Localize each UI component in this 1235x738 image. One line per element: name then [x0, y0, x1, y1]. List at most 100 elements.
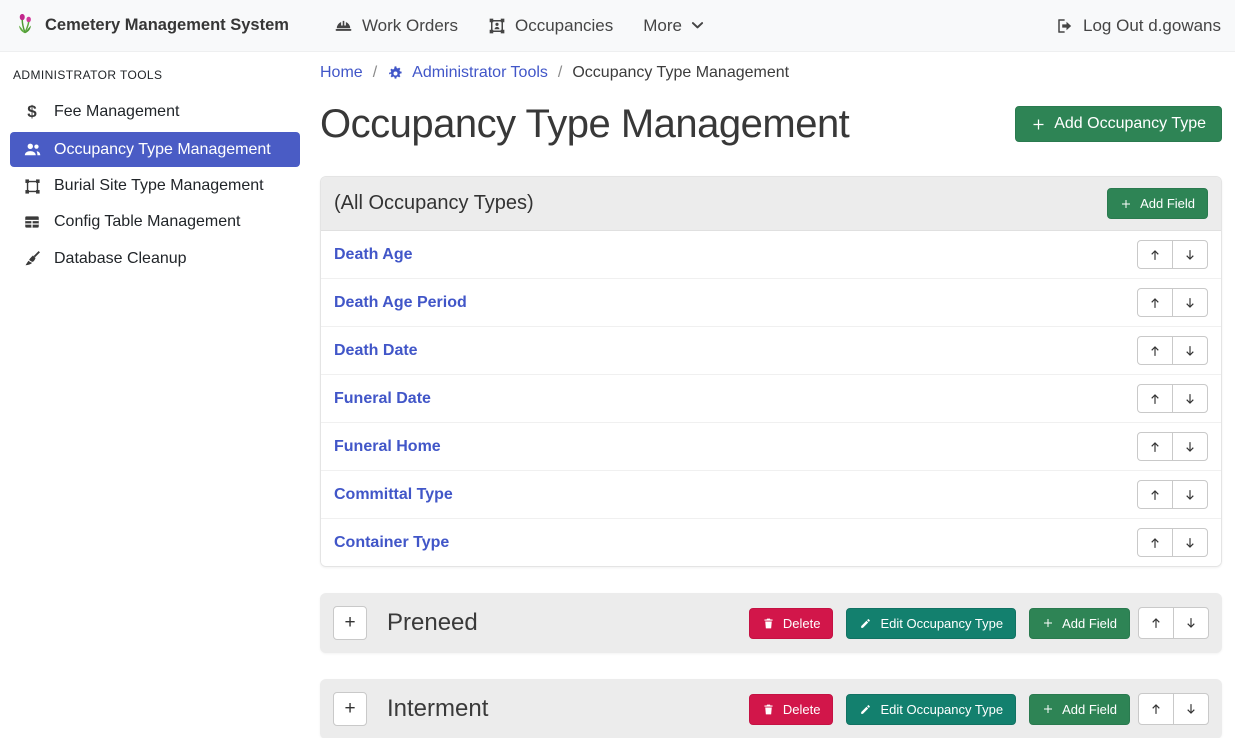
- move-up-button[interactable]: [1137, 240, 1173, 269]
- arrow-up-icon: [1148, 392, 1162, 406]
- arrow-up-icon: [1148, 344, 1162, 358]
- move-down-button[interactable]: [1172, 384, 1208, 413]
- breadcrumb-separator: /: [373, 64, 377, 82]
- section-title: Preneed: [387, 609, 749, 637]
- move-down-button[interactable]: [1172, 240, 1208, 269]
- sidebar-item-label: Occupancy Type Management: [54, 141, 271, 159]
- nav-item-occupancies[interactable]: Occupancies: [488, 16, 613, 36]
- sidebar-heading: ADMINISTRATOR TOOLS: [0, 60, 310, 92]
- breadcrumb-current: Occupancy Type Management: [572, 64, 789, 82]
- logout-button[interactable]: Log Out d.gowans: [1056, 16, 1221, 36]
- nav-item-more[interactable]: More: [643, 16, 704, 36]
- expand-button[interactable]: +: [333, 606, 367, 640]
- navbar: Cemetery Management System Work Orders Oc…: [0, 0, 1235, 52]
- reorder-button-group: [1138, 693, 1209, 725]
- add-field-button[interactable]: Add Field: [1029, 694, 1130, 725]
- move-down-button[interactable]: [1172, 336, 1208, 365]
- add-occupancy-type-button[interactable]: Add Occupancy Type: [1015, 106, 1222, 142]
- field-row: Container Type: [321, 518, 1221, 566]
- field-row: Funeral Home: [321, 422, 1221, 470]
- section-actions: Delete Edit Occupancy Type Add Field: [749, 608, 1130, 639]
- field-link-death-age-period[interactable]: Death Age Period: [334, 294, 467, 312]
- plus-icon: [1031, 117, 1046, 132]
- move-down-button[interactable]: [1172, 432, 1208, 461]
- expand-button[interactable]: +: [333, 692, 367, 726]
- brand[interactable]: Cemetery Management System: [14, 12, 289, 39]
- section-actions: Delete Edit Occupancy Type Add Field: [749, 694, 1130, 725]
- field-link-container-type[interactable]: Container Type: [334, 534, 449, 552]
- move-up-button[interactable]: [1137, 288, 1173, 317]
- delete-button[interactable]: Delete: [749, 608, 834, 639]
- breadcrumb-admin-tools-link[interactable]: Administrator Tools: [387, 64, 548, 82]
- add-field-button[interactable]: Add Field: [1107, 188, 1208, 219]
- arrow-down-icon: [1184, 616, 1198, 630]
- breadcrumb-home-link[interactable]: Home: [320, 64, 363, 82]
- sidebar-item-burial-site-type-management[interactable]: Burial Site Type Management: [10, 169, 300, 203]
- edit-occupancy-type-button[interactable]: Edit Occupancy Type: [846, 608, 1016, 639]
- move-up-button[interactable]: [1137, 528, 1173, 557]
- move-down-button[interactable]: [1172, 528, 1208, 557]
- field-link-committal-type[interactable]: Committal Type: [334, 486, 453, 504]
- field-link-funeral-date[interactable]: Funeral Date: [334, 390, 431, 408]
- reorder-button-group: [1137, 336, 1208, 365]
- arrow-down-icon: [1183, 296, 1197, 310]
- vector-square-icon: [21, 178, 43, 195]
- arrow-up-icon: [1148, 248, 1162, 262]
- plus-icon: [1042, 703, 1054, 715]
- add-field-button[interactable]: Add Field: [1029, 608, 1130, 639]
- reorder-button-group: [1137, 528, 1208, 557]
- move-down-button[interactable]: [1172, 288, 1208, 317]
- reorder-button-group: [1137, 432, 1208, 461]
- move-up-button[interactable]: [1138, 693, 1174, 725]
- occupancy-type-section-preneed: + PreneedDelete Edit Occupancy Type Add Fie…: [320, 593, 1222, 653]
- move-up-button[interactable]: [1138, 607, 1174, 639]
- edit-label: Edit Occupancy Type: [880, 702, 1003, 717]
- chevron-down-icon: [691, 19, 704, 32]
- reorder-button-group: [1137, 288, 1208, 317]
- sidebar: ADMINISTRATOR TOOLS $Fee Management Occup…: [0, 52, 310, 738]
- add-field-label: Add Field: [1062, 616, 1117, 631]
- sidebar-item-label: Burial Site Type Management: [54, 177, 264, 195]
- nav-item-work-orders[interactable]: Work Orders: [334, 16, 458, 36]
- sidebar-item-occupancy-type-management[interactable]: Occupancy Type Management: [10, 132, 300, 167]
- occupancy-type-section-interment: +IntermentDeleteEdit Occupancy TypeAdd F…: [320, 679, 1222, 738]
- pencil-icon: [859, 703, 872, 716]
- arrow-down-icon: [1183, 488, 1197, 502]
- reorder-button-group: [1138, 607, 1209, 639]
- move-down-button[interactable]: [1173, 693, 1209, 725]
- breadcrumb: Home / Administrator Tools / Occupancy T…: [320, 64, 1222, 82]
- move-up-button[interactable]: [1137, 432, 1173, 461]
- field-link-funeral-home[interactable]: Funeral Home: [334, 438, 441, 456]
- move-up-button[interactable]: [1137, 480, 1173, 509]
- move-up-button[interactable]: [1137, 336, 1173, 365]
- add-field-label: Add Field: [1140, 196, 1195, 211]
- edit-occupancy-type-button[interactable]: Edit Occupancy Type: [846, 694, 1016, 725]
- move-down-button[interactable]: [1172, 480, 1208, 509]
- arrow-down-icon: [1183, 536, 1197, 550]
- page-header: Occupancy Type Management Add Occupancy …: [320, 98, 1222, 150]
- field-link-death-age[interactable]: Death Age: [334, 246, 413, 264]
- arrow-down-icon: [1183, 440, 1197, 454]
- panel-header: (All Occupancy Types) Add Field: [321, 177, 1221, 231]
- move-down-button[interactable]: [1173, 607, 1209, 639]
- page-title: Occupancy Type Management: [320, 98, 849, 150]
- hard-hat-icon: [334, 16, 353, 35]
- field-link-death-date[interactable]: Death Date: [334, 342, 418, 360]
- all-occupancy-types-panel: (All Occupancy Types) Add Field Death Ag…: [320, 176, 1222, 567]
- reorder-button-group: [1137, 480, 1208, 509]
- field-row: Funeral Date: [321, 374, 1221, 422]
- users-icon: [21, 140, 43, 159]
- move-up-button[interactable]: [1137, 384, 1173, 413]
- delete-label: Delete: [783, 702, 821, 717]
- arrow-up-icon: [1149, 702, 1163, 716]
- breadcrumb-separator: /: [558, 64, 562, 82]
- arrow-up-icon: [1148, 296, 1162, 310]
- reorder-button-group: [1137, 384, 1208, 413]
- arrow-up-icon: [1148, 536, 1162, 550]
- sidebar-item-fee-management[interactable]: $Fee Management: [10, 94, 300, 130]
- sidebar-item-label: Config Table Management: [54, 213, 241, 231]
- field-row: Death Age Period: [321, 278, 1221, 326]
- sidebar-item-database-cleanup[interactable]: Database Cleanup: [10, 241, 300, 276]
- sidebar-item-config-table-management[interactable]: Config Table Management: [10, 205, 300, 239]
- delete-button[interactable]: Delete: [749, 694, 834, 725]
